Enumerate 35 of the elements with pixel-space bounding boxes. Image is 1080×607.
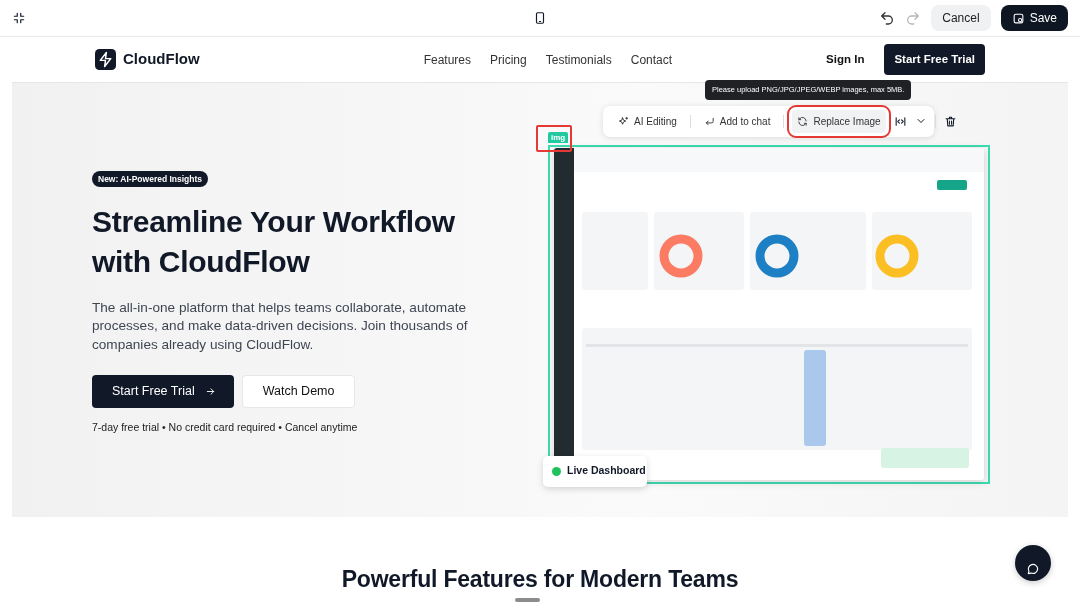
nav-link[interactable]: Contact bbox=[630, 50, 673, 69]
brand-name: CloudFlow bbox=[123, 49, 200, 70]
nav-link[interactable]: Pricing bbox=[490, 50, 527, 69]
status-dot bbox=[552, 466, 561, 476]
arrow-right-icon bbox=[204, 385, 216, 397]
section-heading: Powerful Features for Modern Teams bbox=[341, 566, 739, 594]
watch-demo-button[interactable]: Watch Demo bbox=[241, 375, 356, 408]
start-trial-button[interactable]: Start Free Trial bbox=[92, 375, 234, 408]
start-trial-button[interactable]: Start Free Trial bbox=[884, 43, 985, 76]
trial-note: 7-day free trial • No credit card required • Cancel anytime bbox=[92, 419, 359, 435]
chat-button[interactable] bbox=[1015, 545, 1051, 581]
logo-icon[interactable] bbox=[95, 49, 116, 70]
sign-in-link[interactable]: Sign In bbox=[826, 50, 865, 69]
add-to-chat-button[interactable]: Add to chat bbox=[698, 109, 776, 133]
fit-width-icon[interactable] bbox=[893, 114, 907, 128]
refresh-icon bbox=[797, 115, 809, 127]
live-label: Live Dashboard bbox=[567, 463, 646, 479]
cancel-button[interactable]: Cancel bbox=[931, 5, 991, 31]
undo-icon[interactable] bbox=[879, 10, 896, 26]
phone-preview-icon[interactable] bbox=[533, 10, 547, 26]
save-icon bbox=[1011, 11, 1025, 25]
nav-link[interactable]: Features bbox=[423, 50, 471, 69]
ai-editing-button[interactable]: AI Editing bbox=[613, 109, 682, 133]
save-button[interactable]: Save bbox=[1000, 5, 1068, 31]
hero-heading: Streamline Your Workflow with CloudFlow bbox=[92, 203, 456, 280]
collapse-icon[interactable] bbox=[12, 11, 26, 25]
announcement-badge: New: AI-Powered Insights bbox=[92, 170, 209, 188]
hero-description: The all-in-one platform that helps teams collaborate, automate processes, and make data-driven decisions. Join thousands of companies already using CloudFlow. bbox=[92, 298, 469, 354]
element-tag: img bbox=[548, 131, 569, 143]
drag-handle[interactable] bbox=[515, 598, 540, 602]
delete-icon[interactable] bbox=[943, 114, 957, 128]
sparkle-icon bbox=[618, 115, 629, 127]
chat-icon bbox=[1026, 561, 1040, 576]
nav-link[interactable]: Testimonials bbox=[545, 50, 612, 69]
return-arrow-icon bbox=[703, 115, 715, 127]
